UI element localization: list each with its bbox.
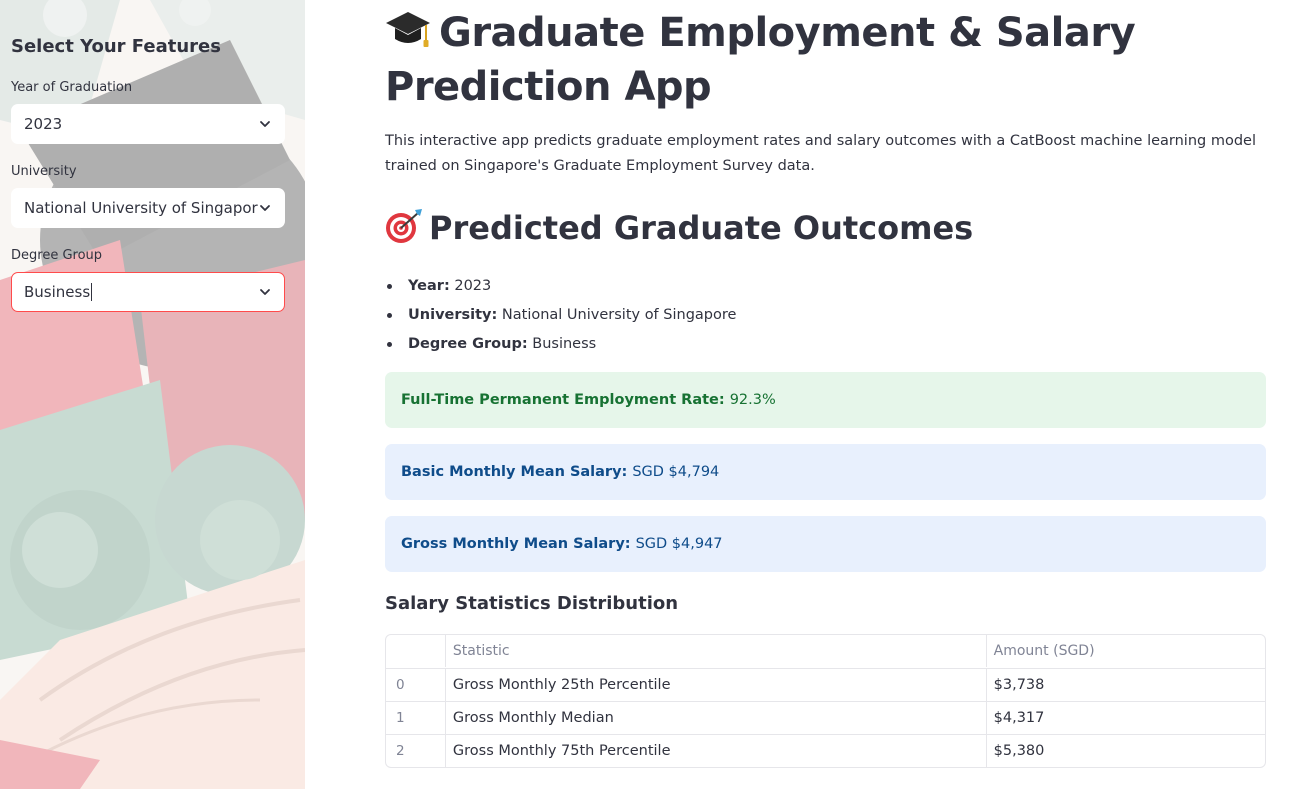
graduation-cap-icon [386,12,430,47]
table-cell[interactable]: $5,380 [985,735,1265,767]
degree-group-select[interactable]: Business [11,272,285,312]
degree-group-label: Degree Group [11,248,103,263]
outcomes-title: Predicted Graduate Outcomes [385,208,973,247]
basic-salary-alert: Basic Monthly Mean Salary: SGD $4,794 [385,444,1266,500]
intro-text: This interactive app predicts graduate e… [385,133,1256,174]
column-header-amount[interactable]: Amount (SGD) [985,635,1265,667]
column-header-index[interactable] [386,635,445,667]
year-select[interactable]: 2023 [11,104,285,144]
text-cursor [91,283,93,302]
table-title: Salary Statistics Distribution [385,593,679,614]
gross-salary-alert: Gross Monthly Mean Salary: SGD $4,947 [385,516,1266,572]
row-index: 0 [396,677,405,693]
target-icon [386,209,422,243]
degree-group-select-value: Business [24,282,93,302]
table-row: 1 Gross Monthly Median $4,317 [386,701,1265,734]
chevron-down-icon[interactable] [258,201,272,215]
university-label: University [11,164,77,179]
employment-rate-alert: Full-Time Permanent Employment Rate: 92.3… [385,372,1266,428]
row-index: 1 [396,710,405,726]
sidebar: Select Your Features Year of Graduation … [0,0,305,789]
table-cell[interactable]: Gross Monthly Median [444,702,986,734]
chevron-down-icon[interactable] [258,285,272,299]
table-header-row: Statistic Amount (SGD) [386,635,1265,668]
row-index: 2 [396,743,405,759]
chevron-down-icon[interactable] [258,117,272,131]
year-label: Year of Graduation [11,80,133,95]
column-header-statistic[interactable]: Statistic [444,635,986,667]
summary-item-year: Year: 2023 [385,273,736,302]
sidebar-header: Select Your Features [11,36,221,57]
summary-item-degree-group: Degree Group: Business [385,331,736,360]
prediction-summary: Year: 2023 University: National Universi… [385,273,736,360]
summary-item-university: University: National University of Singa… [385,302,736,331]
table-cell[interactable]: Gross Monthly 75th Percentile [444,735,986,767]
table-cell[interactable]: Gross Monthly 25th Percentile [444,669,986,701]
university-select[interactable]: National University of Singapore [11,188,285,228]
table-row: 0 Gross Monthly 25th Percentile $3,738 [386,668,1265,701]
table-cell[interactable]: $3,738 [985,669,1265,701]
year-select-value: 2023 [24,115,63,133]
university-select-value: National University of Singapore [24,199,258,217]
table-row: 2 Gross Monthly 75th Percentile $5,380 [386,734,1265,767]
page-title: Graduate Employment & Salary Prediction … [385,10,1136,110]
table-cell[interactable]: $4,317 [985,702,1265,734]
salary-statistics-table[interactable]: Statistic Amount (SGD) 0 Gross Monthly 2… [385,634,1266,768]
